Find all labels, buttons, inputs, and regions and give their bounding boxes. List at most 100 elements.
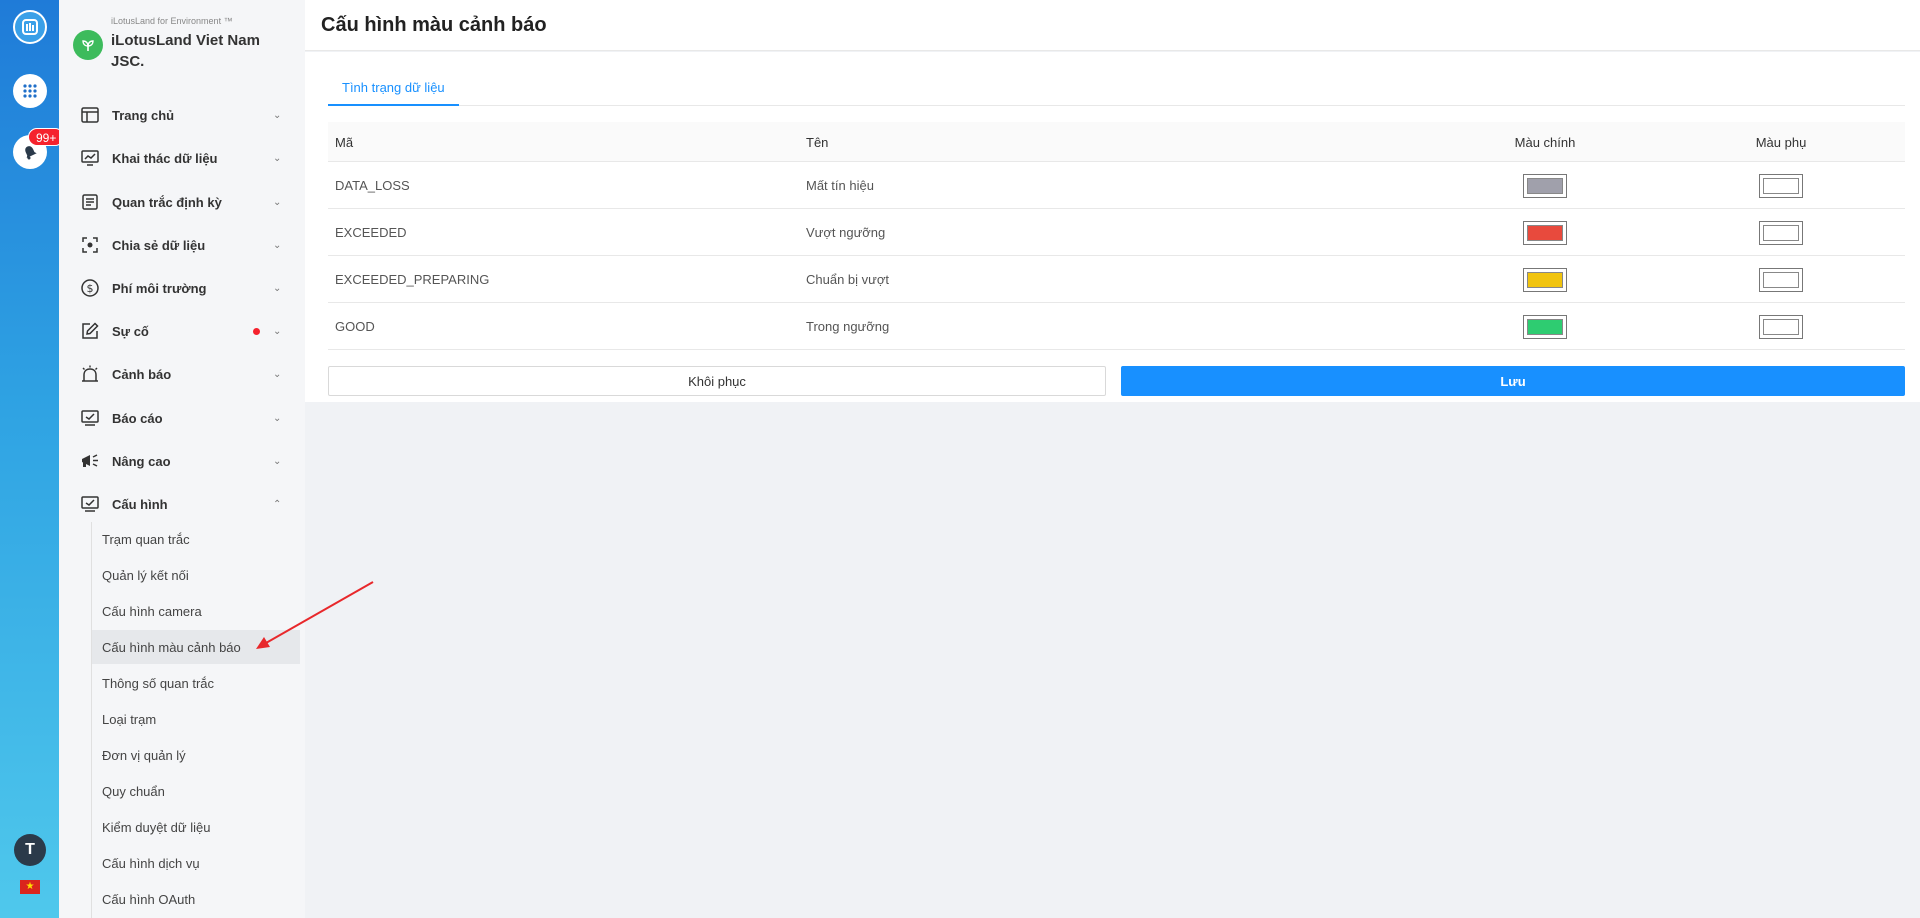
sidebar-item-label: Khai thác dữ liệu	[112, 150, 218, 166]
sidebar-item-label: Quan trắc định kỳ	[112, 194, 222, 210]
sidebar-item-label: Cảnh báo	[112, 366, 172, 382]
org-name: iLotusLand Viet Nam JSC.	[111, 32, 260, 70]
vietnam-flag-icon[interactable]: ★	[20, 880, 40, 894]
chevron-down-icon: ⌄	[273, 325, 282, 337]
user-avatar[interactable]: T	[14, 834, 46, 866]
document-list-icon	[80, 192, 100, 212]
alert-color-table: Mã Tên Màu chính Màu phụ DATA_LOSS Mất t…	[328, 122, 1905, 350]
config-icon	[80, 494, 100, 514]
edit-note-icon	[80, 321, 100, 341]
save-button[interactable]: Lưu	[1121, 366, 1905, 396]
color-fill	[1763, 225, 1799, 241]
main-content: Cấu hình màu cảnh báo Tình trạng dữ liệu…	[305, 0, 1920, 918]
sidebar-item-label: Báo cáo	[112, 410, 163, 426]
sidebar-item-advanced[interactable]: Nâng cao ⌄	[59, 441, 305, 481]
sidebar-item-label: Nâng cao	[112, 453, 171, 469]
org-header: iLotusLand for Environment ™ iLotusLand …	[73, 14, 303, 74]
chevron-down-icon: ⌄	[273, 282, 282, 294]
submenu-item-parameters[interactable]: Thông số quan trắc	[92, 666, 300, 700]
table-header: Mã Tên Màu chính Màu phụ	[328, 122, 1905, 162]
submenu-item-oauth[interactable]: Cấu hình OAuth	[92, 882, 300, 916]
sidebar-item-incident[interactable]: Sự cố ⌄	[59, 311, 305, 351]
table-row: DATA_LOSS Mất tín hiệu	[328, 162, 1905, 209]
page-title: Cấu hình màu cảnh báo	[321, 14, 547, 36]
sidebar-item-home[interactable]: Trang chủ ⌄	[59, 95, 305, 135]
table-row: GOOD Trong ngưỡng	[328, 303, 1905, 350]
apps-grid-icon[interactable]	[13, 74, 47, 108]
org-subtitle: iLotusLand for Environment ™	[111, 16, 233, 26]
row-code: EXCEEDED_PREPARING	[335, 272, 490, 287]
org-logo-icon	[73, 30, 103, 60]
layout-icon	[80, 105, 100, 125]
chevron-down-icon: ⌄	[273, 368, 282, 380]
submenu-item-station-types[interactable]: Loại trạm	[92, 702, 300, 736]
column-header-name: Tên	[806, 134, 829, 150]
secondary-color-swatch[interactable]	[1759, 221, 1803, 245]
row-name: Trong ngưỡng	[806, 319, 890, 334]
table-row: EXCEEDED_PREPARING Chuẩn bị vượt	[328, 256, 1905, 303]
app-rail: 99+ T ★	[0, 0, 65, 918]
chevron-down-icon: ⌄	[273, 152, 282, 164]
color-fill	[1763, 319, 1799, 335]
restore-button[interactable]: Khôi phục	[328, 366, 1106, 396]
sidebar-item-config[interactable]: Cấu hình ⌃	[59, 484, 305, 524]
submenu-item-management-units[interactable]: Đơn vị quản lý	[92, 738, 300, 772]
tab-data-status[interactable]: Tình trạng dữ liệu	[328, 70, 459, 106]
annotation-arrow-icon	[256, 581, 374, 649]
chevron-down-icon: ⌄	[273, 196, 282, 208]
color-fill	[1527, 272, 1563, 288]
sidebar-item-label: Phí môi trường	[112, 280, 207, 296]
row-name: Vượt ngưỡng	[806, 225, 886, 240]
primary-color-swatch[interactable]	[1523, 221, 1567, 245]
submenu-item-services[interactable]: Cấu hình dịch vụ	[92, 846, 300, 880]
primary-color-swatch[interactable]	[1523, 174, 1567, 198]
column-header-primary-color: Màu chính	[1514, 134, 1576, 150]
sidebar-item-reports[interactable]: Báo cáo ⌄	[59, 398, 305, 438]
dollar-circle-icon: $	[80, 278, 100, 298]
sidebar-item-alerts[interactable]: Cảnh báo ⌄	[59, 354, 305, 394]
app-logo-icon[interactable]	[13, 10, 47, 44]
share-focus-icon	[80, 235, 100, 255]
report-icon	[80, 408, 100, 428]
megaphone-icon	[80, 451, 100, 471]
sidebar-item-label: Chia sẻ dữ liệu	[112, 237, 206, 253]
row-code: GOOD	[335, 319, 375, 334]
chevron-down-icon: ⌄	[273, 412, 282, 424]
page-header: Cấu hình màu cảnh báo	[305, 0, 1920, 51]
row-name: Chuẩn bị vượt	[806, 272, 889, 287]
row-code: EXCEEDED	[335, 225, 407, 240]
chevron-down-icon: ⌄	[273, 109, 282, 121]
primary-color-swatch[interactable]	[1523, 268, 1567, 292]
sidebar-item-label: Trang chủ	[112, 107, 175, 123]
submenu-item-data-approval[interactable]: Kiểm duyệt dữ liệu	[92, 810, 300, 844]
color-fill	[1527, 225, 1563, 241]
secondary-color-swatch[interactable]	[1759, 174, 1803, 198]
submenu-item-stations[interactable]: Trạm quan trắc	[92, 522, 300, 556]
primary-color-swatch[interactable]	[1523, 315, 1567, 339]
column-header-secondary-color: Màu phụ	[1755, 134, 1807, 150]
color-fill	[1763, 178, 1799, 194]
row-code: DATA_LOSS	[335, 178, 410, 193]
svg-text:$: $	[87, 282, 94, 295]
alert-dot	[253, 327, 260, 335]
sidebar-item-data-sharing[interactable]: Chia sẻ dữ liệu ⌄	[59, 225, 305, 265]
table-row: EXCEEDED Vượt ngưỡng	[328, 209, 1905, 256]
alarm-icon	[80, 364, 100, 384]
sidebar: iLotusLand for Environment ™ iLotusLand …	[59, 0, 305, 918]
sidebar-item-data-mining[interactable]: Khai thác dữ liệu ⌄	[59, 138, 305, 178]
secondary-color-swatch[interactable]	[1759, 268, 1803, 292]
sidebar-item-periodic-monitoring[interactable]: Quan trắc định kỳ ⌄	[59, 182, 305, 222]
tab-bar: Tình trạng dữ liệu	[328, 70, 1905, 106]
sidebar-item-label: Sự cố	[112, 323, 149, 339]
column-header-code: Mã	[335, 134, 354, 150]
sidebar-item-label: Cấu hình	[112, 496, 168, 512]
chevron-up-icon: ⌃	[273, 498, 282, 510]
color-fill	[1763, 272, 1799, 288]
secondary-color-swatch[interactable]	[1759, 315, 1803, 339]
monitor-chart-icon	[80, 148, 100, 168]
sidebar-item-environment-fee[interactable]: $ Phí môi trường ⌄	[59, 268, 305, 308]
submenu-item-standards[interactable]: Quy chuẩn	[92, 774, 300, 808]
color-fill	[1527, 178, 1563, 194]
color-fill	[1527, 319, 1563, 335]
content-card: Tình trạng dữ liệu Mã Tên Màu chính Màu …	[305, 52, 1920, 402]
